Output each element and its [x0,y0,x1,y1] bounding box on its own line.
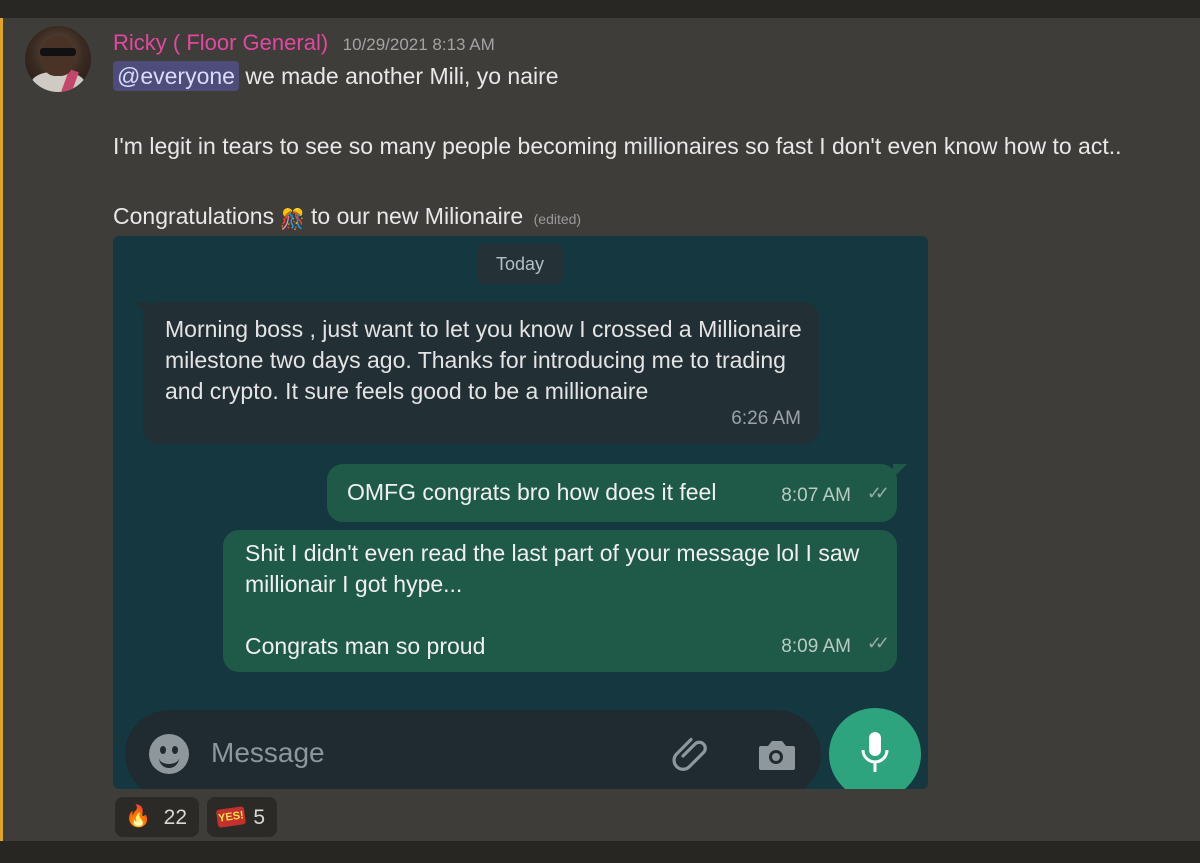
avatar-glasses [40,48,76,56]
message-input-bar[interactable]: Message [125,710,821,789]
incoming-message-text: Morning boss , just want to let you know… [165,316,802,404]
mention-highlight-bar [0,18,3,841]
double-check-icon: ✓✓ [866,483,890,503]
user-avatar[interactable] [25,26,91,92]
message-line-2: I'm legit in tears to see so many people… [113,133,1122,159]
avatar-face [42,36,74,76]
outgoing-message-bubble: Shit I didn't even read the last part of… [223,530,897,672]
message-line-3: Congratulations 🎊 to our new Milionaire (e… [113,203,581,232]
message-header: Ricky ( Floor General) 10/29/2021 8:13 A… [113,30,495,56]
date-chip: Today [477,244,563,284]
outgoing-message-bubble: OMFG congrats bro how does it feel 8:07 … [327,464,897,522]
message-line-1: @everyone we made another Mili, yo naire [113,61,559,91]
message-text-3b: to our new Milionaire [311,203,524,229]
double-check-icon: ✓✓ [866,633,890,653]
username[interactable]: Ricky ( Floor General) [113,30,328,55]
attached-screenshot[interactable]: Today Morning boss , just want to let yo… [113,236,928,789]
confetti-icon: 🎊 [280,209,306,231]
incoming-message-bubble: Morning boss , just want to let you know… [143,302,819,444]
message-input[interactable]: Message [211,737,325,769]
message-text-3a: Congratulations [113,203,275,229]
attach-icon[interactable] [671,734,711,774]
reaction-count: 22 [163,806,187,829]
emoji-icon[interactable] [149,734,189,774]
everyone-mention[interactable]: @everyone [113,61,239,91]
outgoing-message-time: 8:09 AM [781,636,851,657]
reaction-yes[interactable]: YES! 5 [207,797,277,837]
top-bar [0,0,1200,18]
yes-icon: YES! [215,806,247,828]
outgoing-message-text: OMFG congrats bro how does it feel [347,479,717,505]
edited-label: (edited) [533,211,582,227]
camera-icon[interactable] [755,734,797,774]
reaction-fire[interactable]: 🔥 22 [115,797,199,837]
incoming-message-time: 6:26 AM [731,408,801,429]
outgoing-message-time: 8:07 AM [781,485,851,506]
fire-icon: 🔥 [125,805,152,828]
bottom-bar [0,841,1200,863]
message-text-1: we made another Mili, yo naire [245,63,559,89]
chat-message: Ricky ( Floor General) 10/29/2021 8:13 A… [3,18,1200,841]
reaction-count: 5 [253,806,265,829]
microphone-icon[interactable] [829,708,921,789]
message-timestamp: 10/29/2021 8:13 AM [342,35,495,54]
